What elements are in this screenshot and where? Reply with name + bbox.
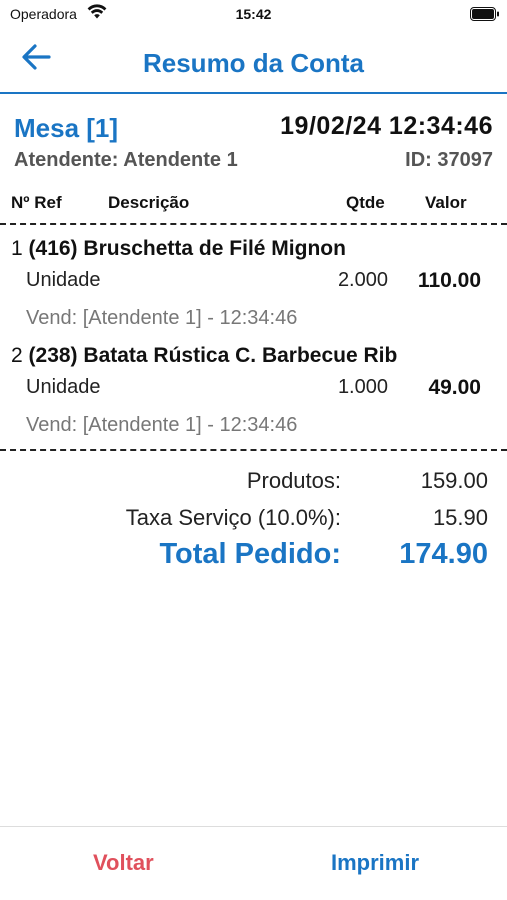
item-seller: Vend: [Atendente 1] - 12:34:46 [26, 414, 298, 436]
dashed-divider [0, 223, 507, 225]
print-button[interactable]: Imprimir [331, 850, 419, 876]
list-item[interactable]: 1 (416) Bruschetta de Filé Mignon Unidad… [0, 237, 507, 337]
status-bar: Operadora 15:42 [0, 0, 507, 30]
item-code: (416) [28, 237, 78, 260]
column-quantity: Qtde [346, 193, 385, 212]
back-text-button[interactable]: Voltar [93, 850, 154, 876]
item-quantity: 2.000 [337, 269, 388, 291]
item-name: Batata Rústica C. Barbecue Rib [83, 344, 398, 367]
footer-divider [0, 826, 507, 827]
item-title: 2 (238) Batata Rústica C. Barbecue Rib [11, 344, 397, 368]
item-name: Bruschetta de Filé Mignon [83, 237, 346, 260]
attendant-label: Atendente: Atendente 1 [14, 149, 238, 171]
service-fee-label: Taxa Serviço (10.0%): [125, 505, 341, 530]
header-divider [0, 92, 507, 94]
list-item[interactable]: 2 (238) Batata Rústica C. Barbecue Rib U… [0, 344, 507, 444]
item-value: 110.00 [417, 269, 481, 292]
column-headers: Nº Ref Descrição Qtde Valor [0, 193, 507, 215]
dashed-divider [0, 449, 507, 451]
order-total-label: Total Pedido: [159, 538, 341, 570]
products-value: 159.00 [420, 468, 488, 493]
column-ref: Nº Ref [11, 193, 62, 212]
item-index: 1 [11, 237, 23, 260]
order-id: ID: 37097 [405, 149, 493, 171]
battery-icon [470, 7, 500, 21]
item-code: (238) [28, 344, 78, 367]
products-label: Produtos: [246, 468, 341, 493]
order-total-value: 174.90 [399, 538, 488, 570]
service-fee-value: 15.90 [432, 505, 488, 530]
item-value: 49.00 [428, 376, 481, 399]
item-quantity: 1.000 [337, 376, 388, 398]
item-unit: Unidade [26, 376, 101, 398]
item-seller: Vend: [Atendente 1] - 12:34:46 [26, 307, 298, 329]
navigation-header: Resumo da Conta [0, 34, 507, 94]
order-datetime: 19/02/24 12:34:46 [280, 112, 493, 140]
item-title: 1 (416) Bruschetta de Filé Mignon [11, 237, 346, 261]
page-title: Resumo da Conta [142, 48, 365, 78]
item-index: 2 [11, 344, 23, 367]
column-value: Valor [425, 193, 467, 212]
column-description: Descrição [108, 193, 190, 212]
item-unit: Unidade [26, 269, 101, 291]
table-label: Mesa [1] [14, 113, 119, 143]
clock: 15:42 [235, 6, 272, 22]
